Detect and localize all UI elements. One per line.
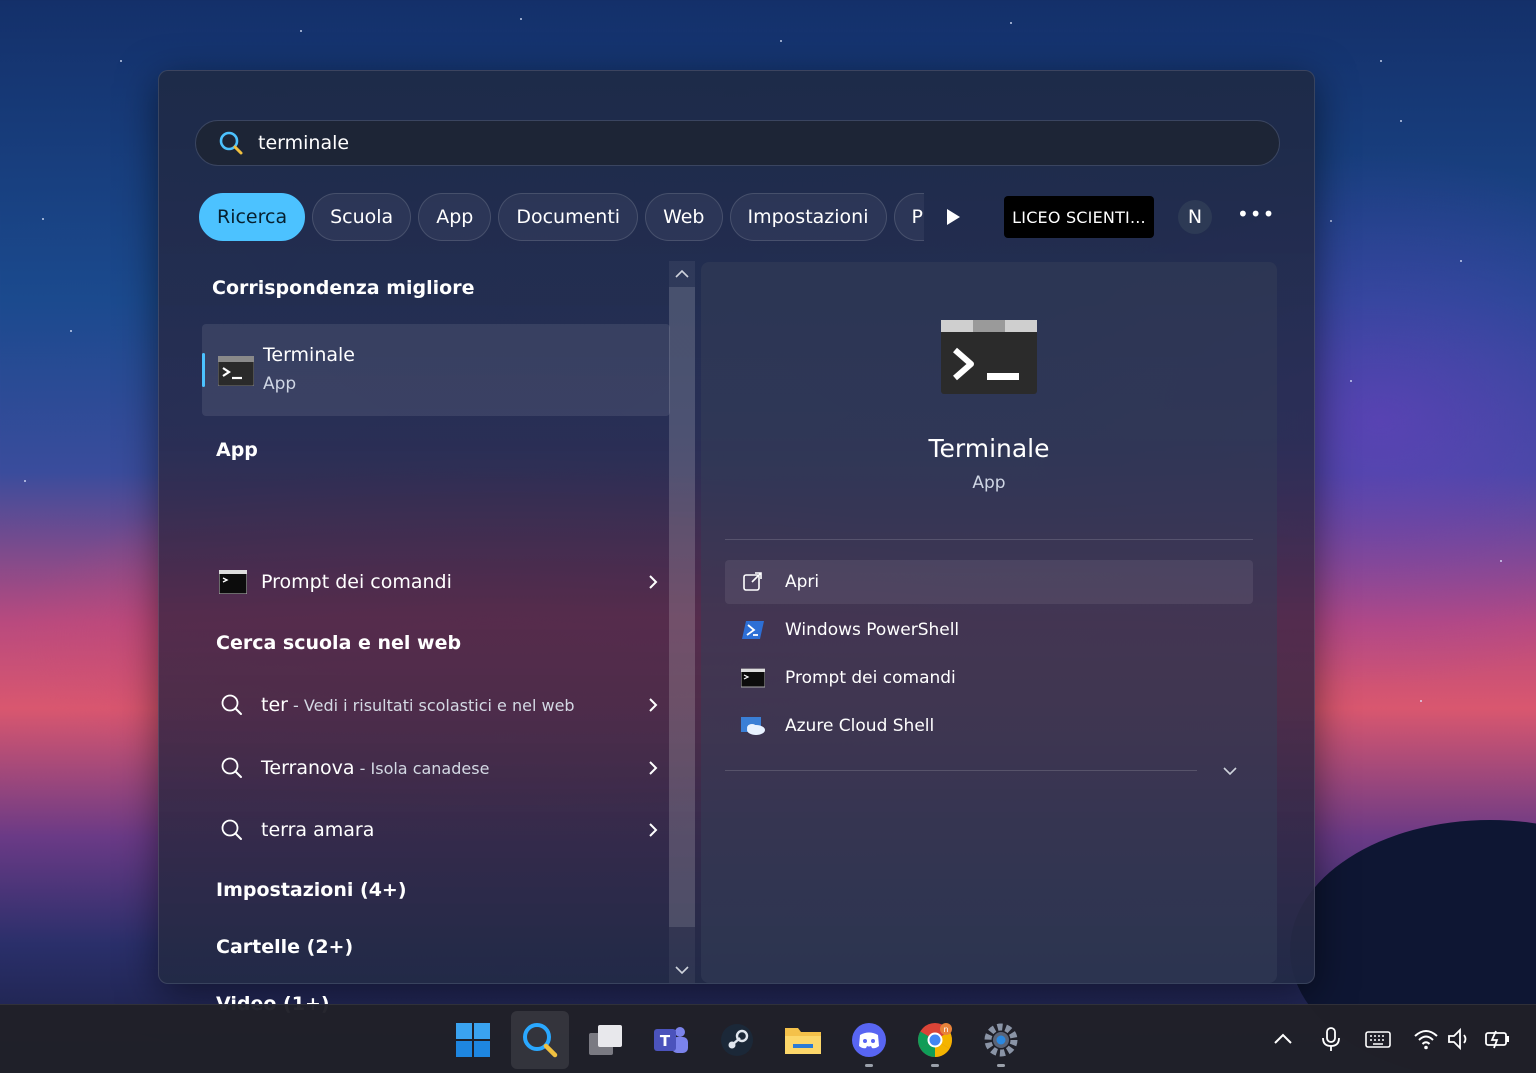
action-powershell[interactable]: Windows PowerShell [725, 608, 1253, 652]
steam-icon [721, 1024, 753, 1056]
action-command-prompt[interactable]: Prompt dei comandi [725, 656, 1253, 700]
chrome-badge: n [943, 1025, 948, 1034]
open-external-icon [743, 572, 762, 591]
tab-app[interactable]: App [418, 193, 492, 241]
chevron-right-icon[interactable] [647, 697, 659, 713]
running-indicator [997, 1064, 1005, 1067]
discord-button[interactable] [840, 1011, 898, 1069]
file-explorer-button[interactable] [774, 1011, 832, 1069]
play-icon[interactable] [943, 207, 963, 227]
preview-app-name: Terminale [928, 434, 1050, 463]
chevron-up-icon[interactable] [675, 269, 689, 279]
command-prompt-icon [219, 570, 247, 594]
action-label: Apri [785, 572, 820, 592]
web-result-ter[interactable]: ter - Vedi i risultati scolastici e nel … [203, 681, 669, 729]
preview-app-type: App [972, 473, 1006, 493]
tab-documenti[interactable]: Documenti [498, 193, 639, 241]
web-result-label: ter - Vedi i risultati scolastici e nel … [261, 694, 575, 716]
running-indicator [865, 1064, 873, 1067]
file-explorer-icon [785, 1028, 821, 1054]
best-match-type: App [263, 374, 297, 394]
filter-tabs: Ricerca Scuola App Documenti Web Imposta… [199, 193, 931, 241]
search-icon [523, 1023, 558, 1058]
search-icon [221, 694, 242, 715]
taskbar: T n [0, 1004, 1536, 1073]
task-view-button[interactable] [577, 1011, 635, 1069]
svg-text:T: T [660, 1032, 671, 1050]
scroll-thumb[interactable] [669, 287, 695, 927]
web-result-terranova[interactable]: Terranova - Isola canadese [203, 744, 669, 792]
search-icon [219, 131, 243, 155]
action-label: Windows PowerShell [785, 620, 960, 640]
settings-icon [984, 1023, 1018, 1057]
steam-button[interactable] [708, 1011, 766, 1069]
search-icon [221, 757, 242, 778]
chrome-icon: n [918, 1023, 952, 1057]
terminal-icon [218, 356, 254, 386]
organization-badge[interactable]: LICEO SCIENTI... [1004, 196, 1154, 238]
settings-button[interactable] [972, 1011, 1030, 1069]
results-list: Corrispondenza migliore Terminale App Ap… [199, 261, 670, 1015]
microphone-icon[interactable] [1317, 1025, 1345, 1053]
action-open[interactable]: Apri [725, 560, 1253, 604]
tab-impostazioni[interactable]: Impostazioni [729, 193, 887, 241]
tab-scuola[interactable]: Scuola [312, 193, 412, 241]
volume-icon[interactable] [1446, 1025, 1474, 1053]
action-azure-cloud-shell[interactable]: Azure Cloud Shell [725, 704, 1253, 748]
preview-pane: Terminale App Apri Windows PowerShell Pr… [701, 262, 1277, 983]
teams-icon: T [654, 1027, 688, 1053]
search-input[interactable] [258, 132, 1158, 154]
chevron-right-icon[interactable] [647, 574, 659, 590]
divider [725, 539, 1253, 540]
chevron-right-icon[interactable] [647, 822, 659, 838]
chevron-up-icon[interactable] [1269, 1025, 1297, 1053]
action-label: Prompt dei comandi [785, 668, 956, 688]
search-box[interactable] [195, 120, 1280, 166]
chevron-right-icon[interactable] [647, 760, 659, 776]
category-folders[interactable]: Cartelle (2+) [216, 936, 353, 958]
running-indicator [931, 1064, 939, 1067]
app-item-label: Prompt dei comandi [261, 571, 452, 593]
chevron-down-icon[interactable] [1223, 766, 1237, 776]
selection-indicator [202, 353, 205, 387]
web-result-terra-amara[interactable]: terra amara [203, 806, 669, 854]
task-view-icon [589, 1025, 622, 1055]
ellipsis-icon[interactable]: ••• [1237, 203, 1274, 231]
app-item-command-prompt[interactable]: Prompt dei comandi [203, 558, 669, 606]
keyboard-icon[interactable] [1364, 1025, 1392, 1053]
web-result-label: Terranova - Isola canadese [261, 757, 490, 779]
web-result-label: terra amara [261, 819, 375, 841]
discord-icon [852, 1023, 886, 1057]
battery-icon[interactable] [1484, 1025, 1512, 1053]
apps-heading: App [216, 439, 258, 461]
azure-cloud-shell-icon [741, 717, 765, 735]
avatar[interactable]: N [1178, 200, 1212, 234]
tab-ricerca[interactable]: Ricerca [199, 193, 306, 241]
tab-partial[interactable]: P [893, 193, 924, 241]
chrome-button[interactable]: n [906, 1011, 964, 1069]
start-search-panel: Ricerca Scuola App Documenti Web Imposta… [158, 70, 1315, 1015]
results-scrollbar[interactable] [669, 261, 695, 983]
terminal-icon [941, 320, 1037, 394]
chevron-down-icon[interactable] [675, 965, 689, 975]
category-settings[interactable]: Impostazioni (4+) [216, 879, 407, 901]
web-search-heading: Cerca scuola e nel web [216, 632, 462, 654]
powershell-icon [742, 621, 764, 639]
divider [725, 770, 1197, 771]
start-icon [456, 1023, 490, 1057]
search-icon [221, 819, 242, 840]
best-match-item[interactable]: Terminale App [202, 324, 670, 416]
start-button[interactable] [444, 1011, 502, 1069]
action-label: Azure Cloud Shell [785, 716, 935, 736]
wifi-icon[interactable] [1412, 1025, 1440, 1053]
teams-button[interactable]: T [642, 1011, 700, 1069]
taskbar-search-button[interactable] [511, 1011, 569, 1069]
best-match-name: Terminale [263, 344, 355, 366]
command-prompt-icon [741, 668, 765, 688]
tab-web[interactable]: Web [645, 193, 723, 241]
best-match-heading: Corrispondenza migliore [212, 277, 475, 299]
